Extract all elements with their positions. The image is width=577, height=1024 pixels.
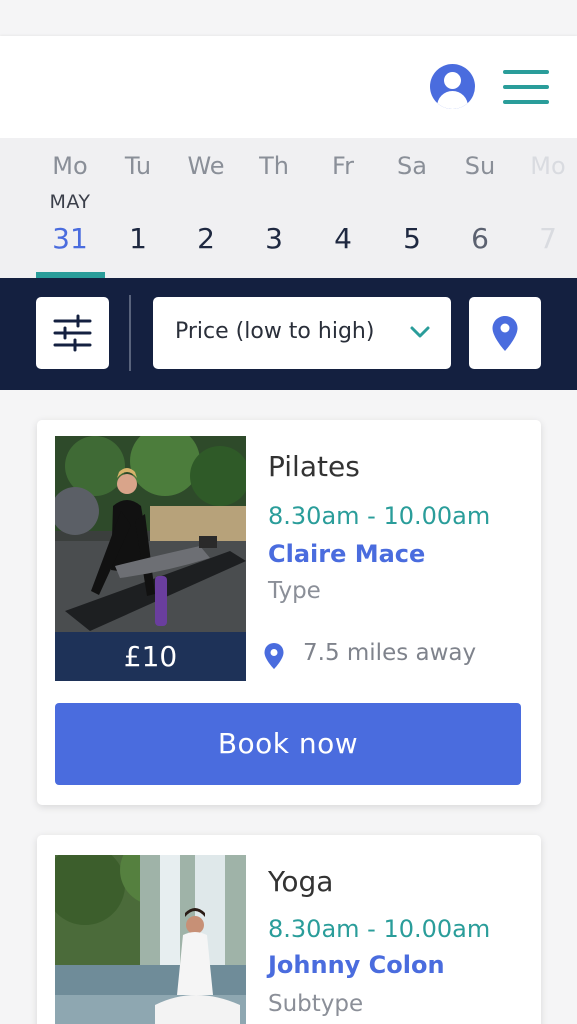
day-number: 1 [129,222,147,255]
month-label: MAY [49,191,91,213]
day-number: 4 [334,222,352,255]
hamburger-menu-button[interactable] [503,68,549,106]
menu-icon-line [503,100,549,104]
day-name: Sa [397,152,427,180]
date-item[interactable]: Th 3 [240,138,308,280]
class-type: Type [268,578,321,604]
day-number: 5 [403,222,421,255]
app-header [0,36,577,138]
date-item[interactable]: We 2 [172,138,240,280]
day-number: 2 [197,222,215,255]
day-name: We [187,152,225,180]
day-name: Su [464,152,496,180]
class-card: Yoga 8.30am - 10.00am Johnny Colon Subty… [37,835,541,1024]
map-pin-icon [264,643,284,669]
day-number: 6 [471,222,489,255]
class-time: 8.30am - 10.00am [268,915,491,943]
date-item[interactable]: Mo 7 [514,138,577,280]
class-type: Subtype [268,991,364,1017]
day-number: 3 [265,222,283,255]
class-photo: £10 [55,436,246,681]
date-item[interactable]: Mo MAY 31 [36,138,104,280]
date-item[interactable]: Sa 5 [378,138,446,280]
day-name: Tu [124,152,152,180]
user-icon-body [437,91,468,109]
day-number: 7 [539,222,557,255]
day-name: Fr [332,152,354,180]
yoga-photo [55,855,246,1024]
filter-button[interactable] [36,297,109,369]
class-photo [55,855,246,1024]
day-name: Mo [52,152,88,180]
distance-info: 7.5 miles away [263,640,523,670]
status-area [0,0,577,36]
date-item[interactable]: Su 6 [446,138,514,280]
class-time: 8.30am - 10.00am [268,502,491,530]
toolbar-divider [129,295,131,371]
sort-dropdown[interactable]: Price (low to high) [153,297,451,369]
day-name: Mo [530,152,566,180]
chevron-down-icon [410,326,430,338]
distance-text: 7.5 miles away [303,640,477,666]
class-title: Pilates [268,450,360,483]
menu-icon [503,70,549,74]
date-item[interactable]: Fr 4 [309,138,377,280]
day-name: Th [259,152,289,180]
profile-button[interactable] [430,64,475,109]
sliders-icon [53,314,92,352]
date-item[interactable]: Tu 1 [104,138,172,280]
date-strip: Mo MAY 31 Tu 1 We 2 Th 3 Fr 4 Sa 5 Su 6 … [0,138,577,280]
class-card: £10 Pilates 8.30am - 10.00am Claire Mace… [37,420,541,805]
sort-label: Price (low to high) [175,319,375,344]
instructor-name[interactable]: Johnny Colon [268,951,445,979]
class-title: Yoga [268,865,334,898]
price-badge: £10 [55,632,246,681]
filter-bar: Price (low to high) [0,278,577,390]
location-button[interactable] [469,297,541,369]
day-number: 31 [52,222,88,255]
instructor-name[interactable]: Claire Mace [268,540,425,568]
user-icon [444,72,461,89]
map-pin-icon [492,316,518,351]
book-now-button[interactable]: Book now [55,703,521,785]
menu-icon-line [503,85,549,89]
